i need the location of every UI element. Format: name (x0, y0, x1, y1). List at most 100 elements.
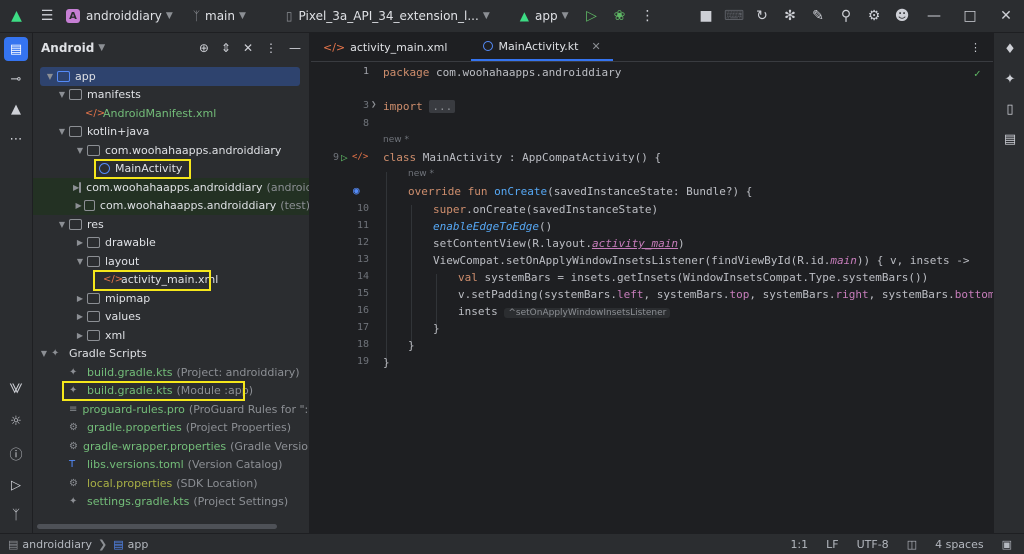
project-selector[interactable]: A androiddiary ▼ (61, 4, 178, 28)
tree-item-drawable[interactable]: ▶ drawable (33, 234, 309, 253)
resource-manager-icon[interactable]: ▲ (4, 97, 28, 121)
more-actions-icon[interactable]: ⋮ (633, 2, 661, 30)
close-tab-icon[interactable]: ✕ (591, 40, 600, 53)
fold-arrow-icon[interactable]: ❯ (371, 100, 376, 110)
branch-selector[interactable]: ᛉ main ▼ (188, 4, 251, 28)
more-tabs-icon[interactable]: ⋮ (970, 41, 981, 54)
run-icon[interactable]: ▷ (577, 2, 605, 30)
tree-item-package-androidtest[interactable]: ▶ com.woohahaapps.androiddiary (androidT… (33, 178, 309, 197)
expanded-arrow-icon[interactable]: ▼ (73, 146, 87, 155)
code-text: systemBars = insets.getInsets(WindowInse… (484, 271, 929, 284)
collapsed-arrow-icon[interactable]: ▶ (73, 312, 87, 321)
chevron-down-icon[interactable]: ▼ (98, 43, 105, 53)
tree-item-package-test[interactable]: ▶ com.woohahaapps.androiddiary (test) (33, 196, 309, 216)
tree-item-settings-gradle[interactable]: ✦ settings.gradle.kts (Project Settings) (33, 493, 309, 512)
expanded-arrow-icon[interactable]: ▼ (37, 349, 51, 358)
editor-tabs: </> activity_main.xml MainActivity.kt ✕ … (311, 33, 993, 62)
tree-item-xml[interactable]: ▶ xml (33, 326, 309, 345)
minimize-icon[interactable]: — (916, 2, 952, 30)
build-tool-icon[interactable]: ⨈ (4, 377, 28, 401)
tree-item-layout[interactable]: ▼ layout (33, 252, 309, 271)
collapsed-arrow-icon[interactable]: ▶ (73, 294, 87, 303)
locate-file-icon[interactable]: ⊕ (199, 41, 209, 55)
tree-item-mipmap[interactable]: ▶ mipmap (33, 289, 309, 308)
problems-icon[interactable]: ⓘ (4, 441, 28, 465)
running-devices-icon[interactable]: ▯ (998, 97, 1022, 121)
more-tools-icon[interactable]: ⋯ (4, 127, 28, 151)
memory-indicator-icon[interactable]: ▣ (1002, 538, 1012, 551)
expanded-arrow-icon[interactable]: ▼ (55, 220, 69, 229)
tab-activity-main-xml[interactable]: </> activity_main.xml (311, 33, 459, 61)
notifications-icon[interactable]: ♦ (998, 37, 1022, 61)
project-tool-icon[interactable]: ▤ (4, 37, 28, 61)
tree-item-gradle-properties[interactable]: ⚙ gradle.properties (Project Properties) (33, 419, 309, 438)
expand-all-icon[interactable]: ⇕ (221, 41, 231, 55)
tree-item-gradle-scripts[interactable]: ▼ ✦ Gradle Scripts (33, 345, 309, 364)
collapse-all-icon[interactable]: ✕ (243, 41, 253, 55)
breadcrumb-project[interactable]: androiddiary (22, 538, 92, 551)
device-manager-icon[interactable]: ▤ (998, 127, 1022, 151)
bug-icon[interactable]: ✻ (776, 2, 804, 30)
tree-item-libs-versions[interactable]: T libs.versions.toml (Version Catalog) (33, 456, 309, 475)
settings-icon[interactable]: ⚙ (860, 2, 888, 30)
tree-item-manifests[interactable]: ▼ manifests (33, 86, 309, 105)
indent-setting[interactable]: 4 spaces (935, 538, 984, 551)
right-tool-strip: ♦ ✦ ▯ ▤ (993, 33, 1024, 533)
debug-icon[interactable]: ❀ (605, 2, 633, 30)
run-gutter-icon[interactable]: ▷ (341, 151, 348, 164)
run-config-selector[interactable]: ▲ app ▼ (515, 4, 574, 28)
tab-mainactivity-kt[interactable]: MainActivity.kt ✕ (471, 33, 613, 61)
collapsed-arrow-icon[interactable]: ▶ (73, 331, 87, 340)
expanded-arrow-icon[interactable]: ▼ (55, 127, 69, 136)
search-icon[interactable]: ⚲ (832, 2, 860, 30)
override-gutter-icon[interactable]: ◉ (353, 184, 360, 197)
expanded-arrow-icon[interactable]: ▼ (43, 72, 57, 81)
cursor-position[interactable]: 1:1 (790, 538, 808, 551)
device-selector[interactable]: ▯ Pixel_3a_API_34_extension_l... ▼ (281, 4, 495, 28)
account-icon[interactable]: ☻ (888, 2, 916, 30)
expanded-arrow-icon[interactable]: ▼ (55, 90, 69, 99)
tree-item-proguard[interactable]: ≡ proguard-rules.pro (ProGuard Rules for… (33, 400, 309, 419)
line-number: 14 (356, 271, 369, 282)
project-panel: Android ▼ ⊕ ⇕ ✕ ⋮ — ▼ app ▼ manifests </… (33, 33, 310, 533)
commit-tool-icon[interactable]: ⊸ (4, 67, 28, 91)
tree-item-local-properties[interactable]: ⚙ local.properties (SDK Location) (33, 474, 309, 493)
logcat-icon[interactable]: ☼ (4, 409, 28, 433)
options-icon[interactable]: ⋮ (265, 41, 277, 55)
maximize-icon[interactable]: □ (952, 2, 988, 30)
main-menu-icon[interactable]: ☰ (33, 2, 61, 30)
xml-layout-gutter-icon[interactable]: </> (352, 152, 368, 162)
folded-imports[interactable]: ... (429, 100, 456, 113)
tree-item-gradle-wrapper[interactable]: ⚙ gradle-wrapper.properties (Gradle Vers… (33, 437, 309, 456)
sync-gradle-icon[interactable]: ↻ (748, 2, 776, 30)
line-separator[interactable]: LF (826, 538, 838, 551)
tree-item-kotlin-java[interactable]: ▼ kotlin+java (33, 123, 309, 142)
readonly-toggle-icon[interactable]: ◫ (907, 538, 917, 551)
device-manager-icon[interactable]: ■ (692, 2, 720, 30)
collapsed-arrow-icon[interactable]: ▶ (73, 201, 84, 210)
tree-item-res[interactable]: ▼ res (33, 215, 309, 234)
collapsed-arrow-icon[interactable]: ▶ (73, 238, 87, 247)
translate-icon[interactable]: ⌨ (720, 2, 748, 30)
breadcrumb-module[interactable]: app (128, 538, 149, 551)
layout-reference[interactable]: activity_main (592, 237, 678, 250)
expanded-arrow-icon[interactable]: ▼ (73, 257, 87, 266)
horizontal-scrollbar[interactable] (33, 522, 310, 530)
tree-item-package-main[interactable]: ▼ com.woohahaapps.androiddiary (33, 141, 309, 160)
file-encoding[interactable]: UTF-8 (857, 538, 889, 551)
ai-assistant-icon[interactable]: ✎ (804, 2, 832, 30)
tree-item-values[interactable]: ▶ values (33, 308, 309, 327)
close-icon[interactable]: ✕ (988, 2, 1024, 30)
tree-item-label: AndroidManifest.xml (103, 106, 217, 120)
project-view-title[interactable]: Android (41, 41, 94, 55)
tree-item-androidmanifest[interactable]: </> AndroidManifest.xml (33, 104, 309, 123)
tab-label: MainActivity.kt (498, 39, 579, 53)
terminal-icon[interactable]: ▷ (4, 473, 28, 497)
hide-panel-icon[interactable]: — (289, 41, 301, 55)
tree-item-app[interactable]: ▼ app (40, 67, 300, 86)
code-editor[interactable]: 1 3 8 9 10 11 12 13 14 15 16 17 18 19 20… (311, 62, 993, 533)
gemini-icon[interactable]: ✦ (998, 67, 1022, 91)
version-control-icon[interactable]: ᛉ (4, 503, 28, 527)
scrollbar-thumb[interactable] (37, 524, 277, 529)
tree-item-build-gradle-project[interactable]: ✦ build.gradle.kts (Project: androiddiar… (33, 363, 309, 382)
